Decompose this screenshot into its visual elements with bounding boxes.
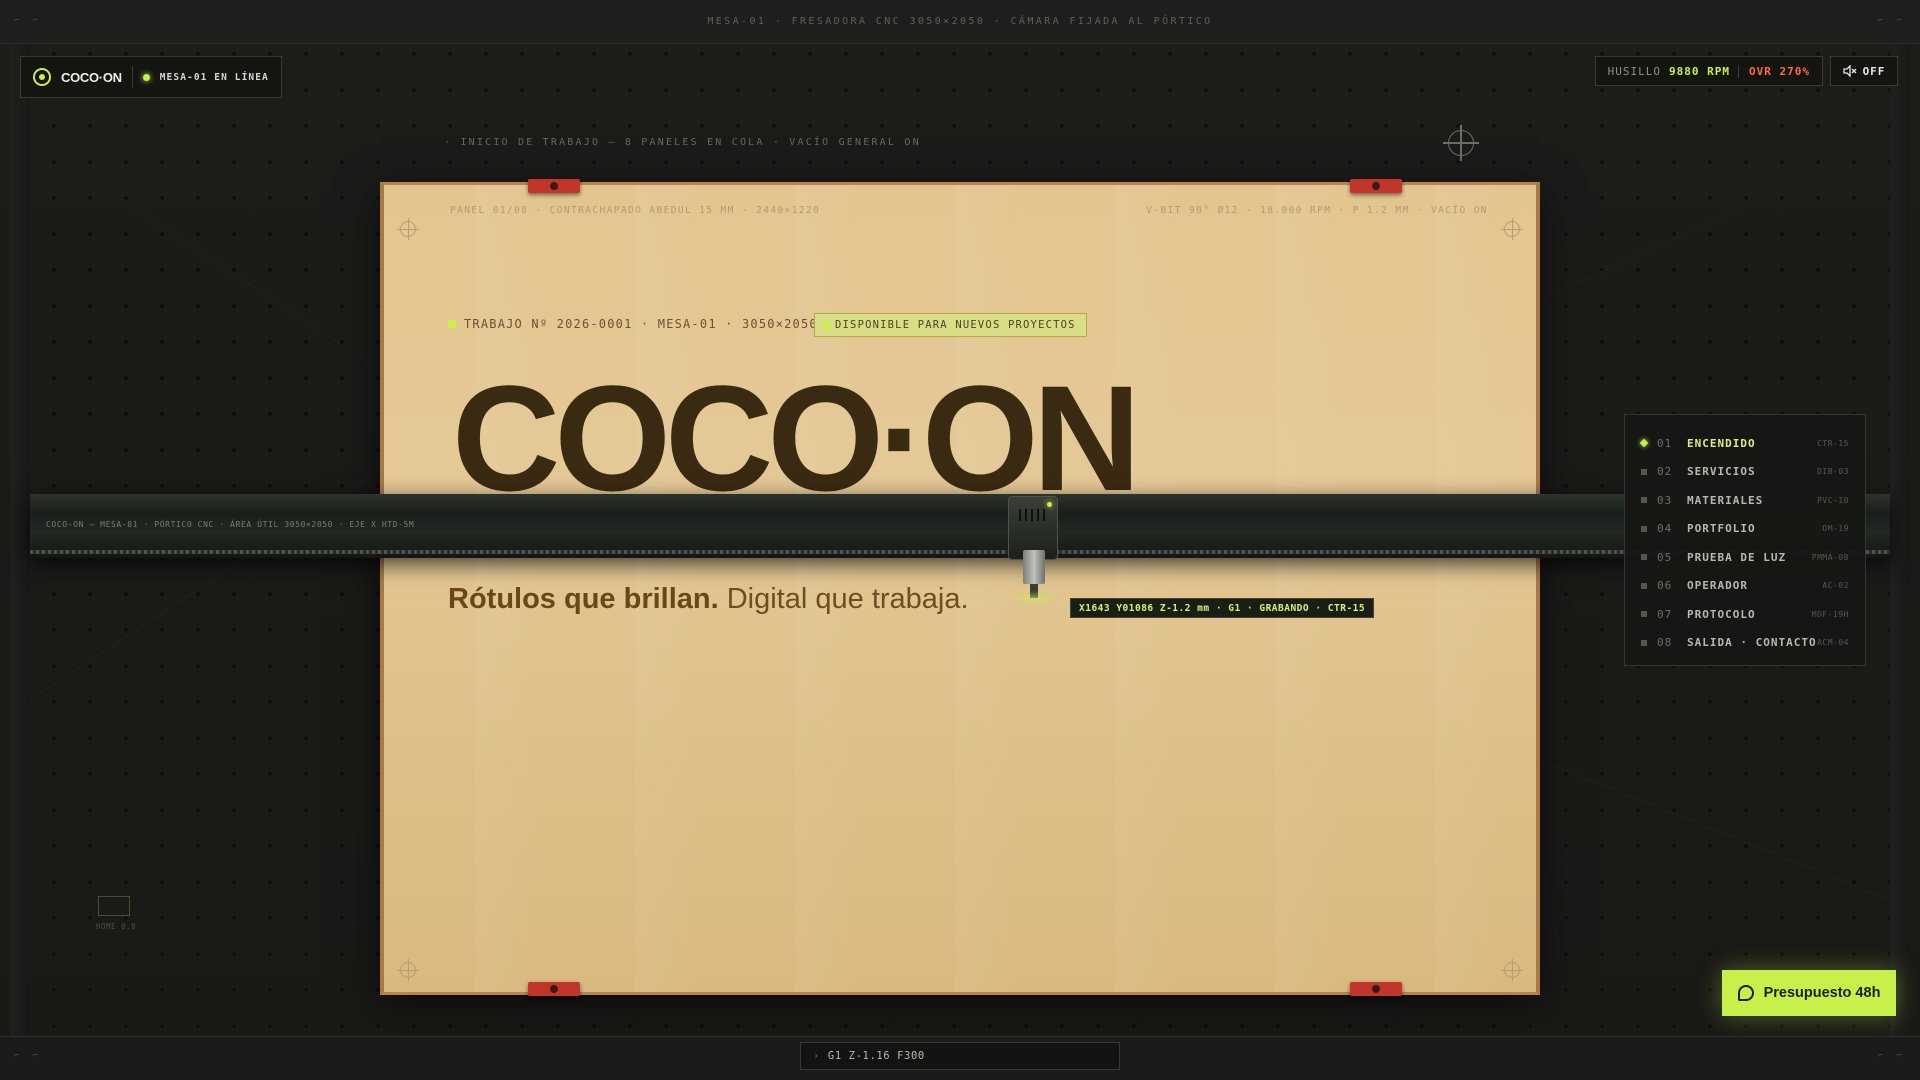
plywood-panel: PANEL 01/08 · CONTRACHAPADO ABEDUL 15 MM… (380, 179, 1540, 996)
nav-label: ENCENDIDO (1687, 436, 1756, 450)
nav-num: 06 (1657, 579, 1673, 593)
nav-bullet-icon (1641, 554, 1647, 561)
crosshair-icon (1443, 125, 1479, 161)
console-prompt: › (813, 1050, 820, 1062)
gantry-label: COCO-ON — MESA-01 · PÓRTICO CNC · ÁREA Ú… (46, 520, 415, 529)
job-marker-icon (448, 320, 456, 328)
nav-label: PROTOCOLO (1687, 607, 1756, 621)
sound-toggle-button[interactable]: OFF (1830, 56, 1898, 86)
nav-label: OPERADOR (1687, 579, 1748, 593)
nav-item-salida-contacto[interactable]: 08 SALIDA · CONTACTO ACM-04 (1641, 629, 1849, 658)
gantry-bar: COCO-ON — MESA-01 · PÓRTICO CNC · ÁREA Ú… (30, 494, 1890, 558)
spindle-label: HUSILLO (1607, 64, 1662, 78)
registration-mark-icon (397, 959, 419, 981)
brand-name: COCO·ON (61, 69, 122, 85)
gcode-console[interactable]: › G1 Z-1.16 F300 (800, 1042, 1120, 1070)
hero-title: COCO·ON (452, 354, 1141, 522)
home-label: HOME 0,0 (96, 922, 137, 931)
nav-num: 03 (1657, 493, 1673, 507)
job-label: TRABAJO Nº 2026-0001 · MESA-01 · 3050×20… (448, 317, 818, 331)
tagline: Rótulos que brillan. Digital que trabaja… (448, 583, 969, 616)
clamp (528, 982, 580, 996)
nav-code: MDF-19H (1811, 609, 1849, 619)
nav-item-prueba-de-luz[interactable]: 05 PRUEBA DE LUZ PMMA-08 (1641, 543, 1849, 572)
console-text: G1 Z-1.16 F300 (827, 1050, 925, 1062)
nav-item-materiales[interactable]: 03 MATERIALES PVC-10 (1641, 486, 1849, 515)
online-dot-icon (142, 73, 150, 81)
nav-bullet-icon (1641, 468, 1647, 475)
nav-label: PRUEBA DE LUZ (1687, 550, 1787, 564)
nav-code: DIB-03 (1817, 467, 1849, 477)
nav-item-operador[interactable]: 06 OPERADOR AC-02 (1641, 572, 1849, 601)
nav-code: PVC-10 (1817, 495, 1849, 505)
availability-badge: DISPONIBLE PARA NUEVOS PROYECTOS (814, 313, 1087, 337)
nav-code: ACM-04 (1817, 638, 1849, 648)
registration-mark-icon (1501, 959, 1523, 981)
corner-mark: ⌐ ⌐ (14, 16, 43, 26)
gantry-rail (30, 550, 1890, 554)
nav-code: AC-02 (1822, 581, 1849, 591)
nav-item-servicios[interactable]: 02 SERVICIOS DIB-03 (1641, 458, 1849, 487)
spindle-rpm: 9880 RPM (1669, 64, 1731, 78)
toolhead-grill (1019, 509, 1049, 521)
machine-status: MESA-01 EN LÍNEA (159, 71, 269, 83)
nav-bullet-icon (1641, 497, 1647, 504)
chat-bubble-icon (1737, 985, 1754, 1001)
left-rail (10, 44, 30, 1036)
muted-speaker-icon (1842, 65, 1857, 77)
nav-bullet-icon (1641, 582, 1647, 589)
job-cue: · INICIO DE TRABAJO — 8 PANELES EN COLA … (444, 137, 921, 148)
nav-item-protocolo[interactable]: 07 PROTOCOLO MDF-19H (1641, 600, 1849, 629)
quote-button[interactable]: Presupuesto 48h (1722, 970, 1896, 1016)
nav-num: 05 (1657, 550, 1673, 564)
nav-label: SALIDA · CONTACTO (1687, 636, 1817, 650)
nav-bullet-icon (1641, 639, 1647, 646)
nav-num: 01 (1657, 436, 1673, 450)
tagline-rest: Digital que trabaja. (718, 583, 969, 615)
right-rail (1890, 44, 1910, 1036)
tagline-bold: Rótulos que brillan. (448, 583, 719, 615)
registration-mark-icon (397, 218, 419, 240)
nav-label: PORTFOLIO (1687, 522, 1756, 536)
clamp (1350, 179, 1402, 193)
divider (131, 66, 133, 88)
home-marker-icon (98, 896, 130, 916)
corner-mark: ⌐ ⌐ (14, 1051, 43, 1061)
nav-num: 02 (1657, 465, 1673, 479)
nav-code: PMMA-08 (1811, 552, 1849, 562)
nav-bullet-icon (1641, 525, 1647, 532)
corner-mark: ⌐ ⌐ (1877, 16, 1906, 26)
job-text: TRABAJO Nº 2026-0001 · MESA-01 · 3050×20… (464, 317, 818, 331)
nav-code: CTR-15 (1817, 438, 1849, 448)
clamp (528, 179, 580, 193)
camera-title: MESA-01 · FRESADORA CNC 3050×2050 · CÁMA… (707, 16, 1213, 27)
nav-bullet-icon (1639, 439, 1649, 448)
brand-chip[interactable]: COCO·ON MESA-01 EN LÍNEA (20, 56, 282, 98)
spindle-override: OVR 270% (1738, 64, 1810, 78)
nav-code: DM-19 (1822, 524, 1849, 534)
nav-item-portfolio[interactable]: 04 PORTFOLIO DM-19 (1641, 515, 1849, 544)
nav-num: 07 (1657, 607, 1673, 621)
nav-num: 04 (1657, 522, 1673, 536)
section-nav: 01 ENCENDIDO CTR-15 02 SERVICIOS DIB-03 … (1624, 414, 1866, 666)
nav-item-encendido[interactable]: 01 ENCENDIDO CTR-15 (1639, 429, 1849, 458)
router-bit (1023, 550, 1045, 584)
registration-mark-icon (1501, 218, 1523, 240)
nav-bullet-icon (1641, 611, 1647, 618)
panel-meta-left: PANEL 01/08 · CONTRACHAPADO ABEDUL 15 MM… (450, 205, 821, 216)
toolhead-readout: X1643 Y01086 Z-1.2 mm · G1 · GRABANDO · … (1070, 598, 1375, 618)
logo-icon (33, 68, 51, 86)
clamp (1350, 982, 1402, 996)
spindle-readout: HUSILLO 9880 RPM OVR 270% (1594, 56, 1823, 86)
nav-num: 08 (1657, 636, 1673, 650)
panel-meta-right: V-BIT 90° Ø12 · 18.000 RPM · P 1.2 MM · … (1146, 205, 1488, 216)
quote-button-label: Presupuesto 48h (1763, 985, 1881, 1001)
sound-label: OFF (1862, 64, 1886, 78)
nav-label: SERVICIOS (1687, 465, 1756, 479)
top-bar: ⌐ ⌐ MESA-01 · FRESADORA CNC 3050×2050 · … (0, 0, 1920, 44)
corner-mark: ⌐ ⌐ (1877, 1051, 1906, 1061)
bit-glow (1008, 590, 1060, 606)
nav-label: MATERIALES (1687, 493, 1764, 507)
